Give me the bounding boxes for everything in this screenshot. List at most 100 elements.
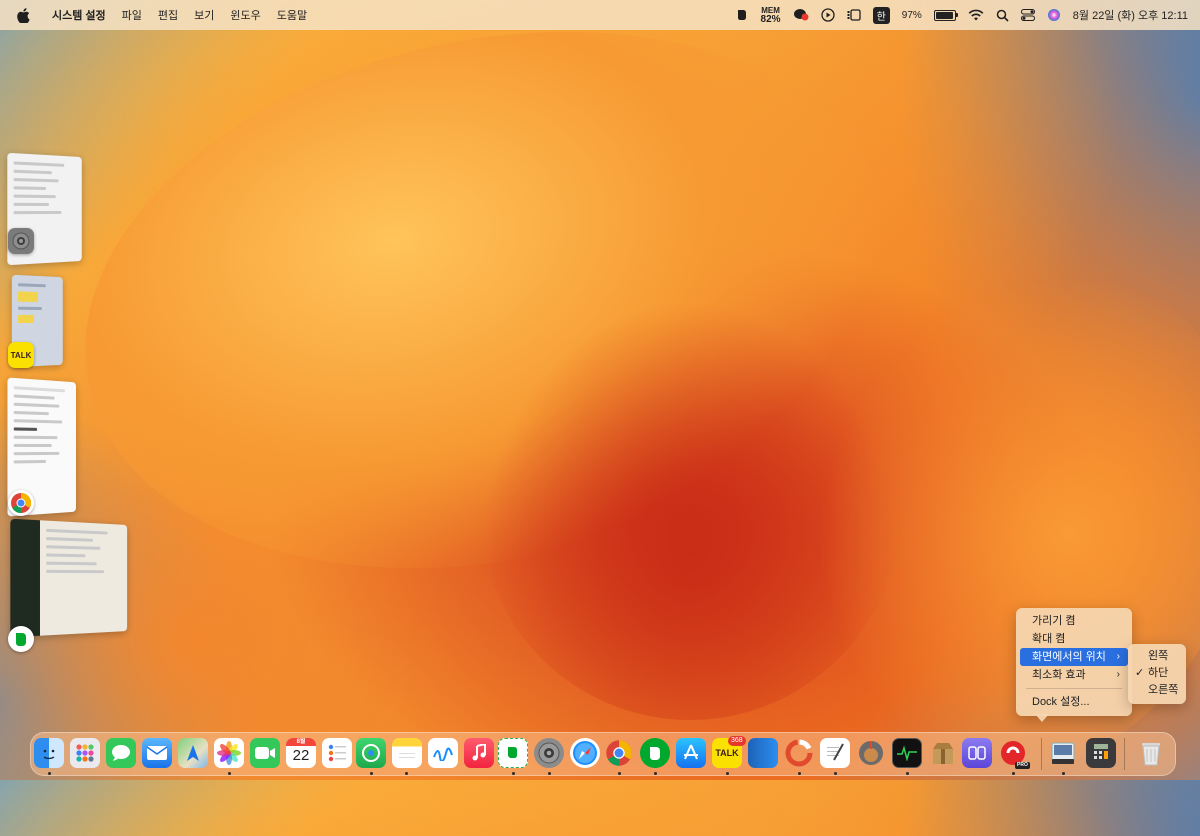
running-indicator [834,772,837,775]
control-center-icon[interactable] [1020,7,1035,23]
stage-manager-group-system-settings[interactable] [6,152,86,267]
launchpad-icon[interactable] [70,738,100,768]
find-my-icon[interactable] [356,738,386,768]
apple-menu-icon[interactable] [16,7,30,23]
pdf-pro-label: PRO [1015,762,1030,769]
stage-manager-icon[interactable] [847,7,861,23]
running-indicator [618,772,621,775]
disk-utility-icon[interactable] [856,738,886,768]
kakaotalk-icon: TALK [8,342,34,368]
kakaotalk-status-icon[interactable] [793,7,809,23]
running-indicator [512,772,515,775]
finder-icon[interactable] [34,738,64,768]
stage-manager-group-evernote[interactable] [6,518,136,657]
siri-icon[interactable] [1047,7,1061,23]
facetime-icon[interactable] [250,738,280,768]
submenu-item-right[interactable]: 오른쪽 [1128,682,1186,699]
stage-manager-group-kakaotalk[interactable]: TALK [6,274,66,372]
menu-edit[interactable]: 편집 [150,7,186,23]
kakaotalk-icon-label: TALK [10,350,32,360]
app-store-icon[interactable] [676,738,706,768]
preview-icon[interactable] [1048,738,1078,768]
textedit-icon[interactable] [820,738,850,768]
bbedit-icon[interactable] [962,738,992,768]
evernote-clipper-icon[interactable] [498,738,528,768]
running-indicator [548,772,551,775]
menu-view[interactable]: 보기 [186,7,222,23]
menu-window[interactable]: 윈도우 [222,7,268,23]
maps-icon[interactable] [178,738,208,768]
chevron-right-icon: › [1116,651,1120,662]
reminders-icon[interactable] [322,738,352,768]
running-indicator [906,772,909,775]
window-thumbnail [10,518,128,638]
running-indicator [48,772,51,775]
calculator-icon[interactable] [1086,738,1116,768]
calendar-icon[interactable]: 8월 22 [286,738,316,768]
evernote-dock-icon[interactable] [640,738,670,768]
running-indicator [228,772,231,775]
menu-item-label: 최소화 효과 [1032,669,1086,681]
dock-separator [1124,738,1125,770]
kakaotalk-dock-label: TALK [715,748,739,758]
menu-item-position-on-screen[interactable]: 화면에서의 위치 › [1020,648,1128,666]
running-indicator [1012,772,1015,775]
battery-percent: 97% [901,9,922,21]
submenu-item-left[interactable]: 왼쪽 [1128,648,1186,665]
menu-help[interactable]: 도움말 [269,7,315,23]
dock-separator [1041,738,1042,770]
calendar-month: 8월 [286,738,316,746]
checkmark-icon: ✓ [1135,667,1145,679]
bluebook-icon[interactable] [748,738,778,768]
position-submenu: 왼쪽 ✓ 하단 오른쪽 [1128,644,1186,704]
running-indicator [1062,772,1065,775]
trash-icon[interactable] [1136,738,1166,768]
battery-icon[interactable] [933,9,958,21]
menu-item-dock-settings[interactable]: Dock 설정... [1020,693,1128,711]
menubar-clock[interactable]: 8월 22일 (화) 오후 12:11 [1073,7,1188,23]
wallpaper-wave [34,0,946,640]
menu-separator [1026,688,1122,689]
chrome-dock-icon[interactable] [604,738,634,768]
submenu-item-label: 하단 [1148,667,1169,679]
istat-menus-icon[interactable] [784,738,814,768]
safari-icon[interactable] [570,738,600,768]
system-settings-dock-icon[interactable] [534,738,564,768]
input-source[interactable]: 한 [872,6,890,24]
dock-context-menu: 가리기 켬 확대 켬 화면에서의 위치 › 최소화 효과 › Dock 설정..… [1016,608,1132,716]
menu-bar: 시스템 설정 파일 편집 보기 윈도우 도움말 MEM 82% 한 97% 8월… [0,0,1200,30]
kakaotalk-unread-badge: 368 [728,736,746,746]
play-icon[interactable] [820,7,835,23]
evernote-status-icon[interactable] [735,7,749,23]
photos-icon[interactable] [214,738,244,768]
submenu-item-bottom[interactable]: ✓ 하단 [1128,665,1186,682]
mem-value: 82% [760,14,781,25]
evernote-icon [8,626,34,652]
menu-item-label: 화면에서의 위치 [1032,651,1106,663]
memory-monitor[interactable]: MEM 82% [760,6,781,25]
context-menu-pointer [1035,714,1049,722]
chrome-icon [8,490,34,516]
app-menu[interactable]: 시스템 설정 [44,7,114,23]
messages-icon[interactable] [106,738,136,768]
activity-monitor-icon[interactable] [892,738,922,768]
running-indicator [654,772,657,775]
running-indicator [405,772,408,775]
wifi-icon[interactable] [968,7,984,23]
mail-icon[interactable] [142,738,172,768]
menu-item-magnification[interactable]: 확대 켬 [1020,630,1128,648]
archive-utility-icon[interactable] [928,738,958,768]
stage-manager-group-chrome[interactable] [6,377,82,520]
freeform-icon[interactable] [428,738,458,768]
menu-item-hiding[interactable]: 가리기 켬 [1020,612,1128,630]
menu-file[interactable]: 파일 [114,7,150,23]
calendar-day: 22 [292,747,310,764]
spotlight-search-icon[interactable] [996,7,1009,23]
notes-icon[interactable] [392,738,422,768]
chevron-right-icon: › [1116,669,1120,680]
running-indicator [726,772,729,775]
running-indicator [370,772,373,775]
menu-item-minimize-effect[interactable]: 최소화 효과 › [1020,666,1128,684]
music-icon[interactable] [464,738,494,768]
running-indicator [798,772,801,775]
